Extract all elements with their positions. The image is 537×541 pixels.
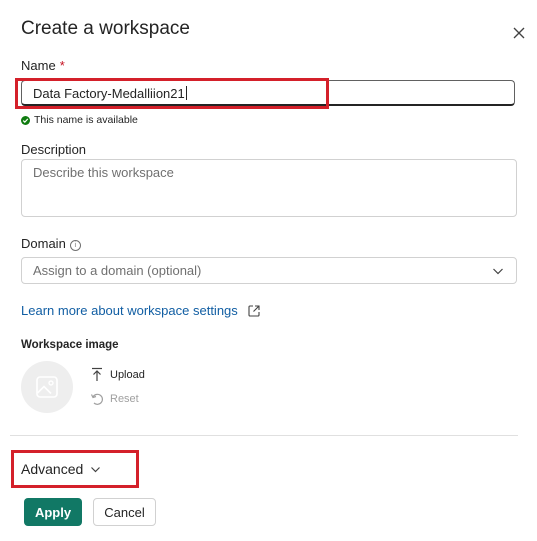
domain-select[interactable]: Assign to a domain (optional) <box>21 257 517 284</box>
description-placeholder: Describe this workspace <box>33 165 174 180</box>
domain-label-text: Domain <box>21 236 66 251</box>
divider <box>10 435 518 436</box>
advanced-toggle[interactable]: Advanced <box>21 461 101 477</box>
close-icon[interactable] <box>508 22 530 44</box>
domain-label: Domain i <box>21 236 81 251</box>
external-link-icon <box>248 304 260 317</box>
workspace-image-label: Workspace image <box>21 339 119 351</box>
advanced-label: Advanced <box>21 461 84 477</box>
chevron-down-icon <box>91 466 101 472</box>
description-textarea[interactable]: Describe this workspace <box>21 159 517 217</box>
upload-label: Upload <box>110 368 145 381</box>
reset-icon <box>90 393 103 405</box>
name-label-text: Name <box>21 58 56 73</box>
reset-label: Reset <box>110 393 139 405</box>
name-input-value: Data Factory-Medalliion21 <box>33 86 187 101</box>
name-label: Name * <box>21 58 65 73</box>
create-workspace-dialog: Create a workspace Name * Data Factory-Me… <box>0 0 537 541</box>
name-availability: This name is available <box>21 114 138 126</box>
upload-icon <box>92 367 102 381</box>
name-input-text: Data Factory-Medalliion21 <box>33 86 185 101</box>
description-label: Description <box>21 142 87 157</box>
upload-button[interactable]: Upload <box>90 367 145 382</box>
image-placeholder-icon <box>36 376 58 398</box>
chevron-down-icon <box>493 268 503 275</box>
required-mark: * <box>59 58 65 73</box>
dialog-title: Create a workspace <box>21 18 190 39</box>
text-caret <box>185 86 187 100</box>
cancel-button[interactable]: Cancel <box>93 498 156 526</box>
apply-button[interactable]: Apply <box>24 498 82 526</box>
learn-more-text: Learn more about workspace settings <box>21 303 238 318</box>
domain-placeholder: Assign to a domain (optional) <box>33 263 202 278</box>
workspace-image-avatar <box>21 361 73 413</box>
name-input[interactable]: Data Factory-Medalliion21 <box>21 80 515 106</box>
learn-more-link[interactable]: Learn more about workspace settings <box>21 303 261 318</box>
reset-button[interactable]: Reset <box>90 392 139 406</box>
availability-text: This name is available <box>34 114 138 126</box>
checkmark-icon <box>21 115 30 125</box>
info-icon[interactable]: i <box>69 240 81 251</box>
